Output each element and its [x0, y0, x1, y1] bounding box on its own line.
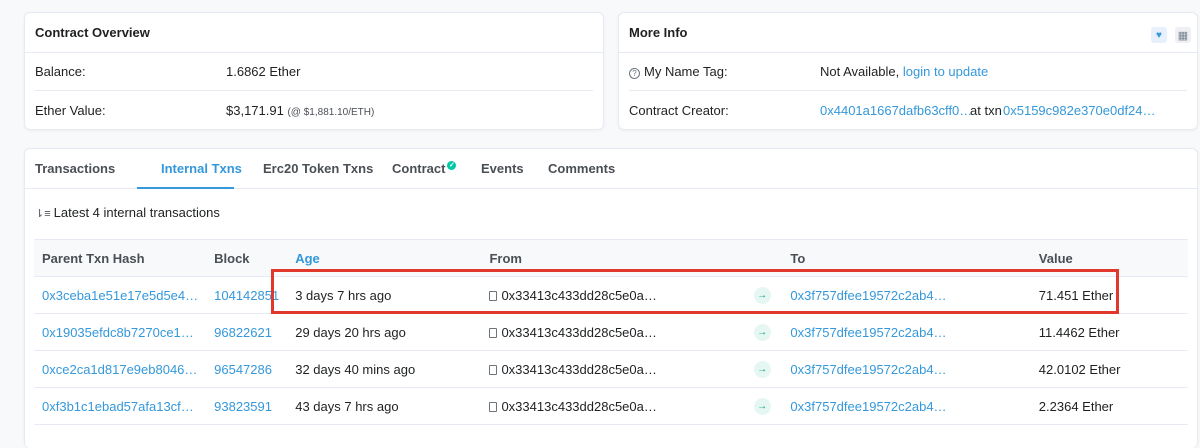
col-value: Value — [1030, 239, 1188, 277]
block-link[interactable]: 96547286 — [206, 350, 288, 388]
tab-bar: Transactions Internal Txns Erc20 Token T… — [25, 149, 1197, 189]
tab-events[interactable]: Events — [481, 161, 524, 176]
arrow-right-icon: → — [753, 324, 771, 341]
parent-txn-hash-link[interactable]: 0xf3b1c1ebad57afa13cf… — [34, 387, 207, 425]
value-cell: 71.451 Ether — [1030, 276, 1188, 314]
contract-doc-icon — [489, 290, 498, 301]
direction-cell: → — [745, 313, 783, 351]
table-row: 0x3ceba1e51e17e5d5e4… 104142851 3 days 7 h… — [34, 276, 1188, 314]
active-tab-indicator — [137, 187, 234, 189]
to-address-link[interactable]: 0x3f757dfee19572c2ab4… — [782, 276, 1031, 314]
name-tag-label: My Name Tag: — [644, 64, 728, 79]
block-link[interactable]: 96822621 — [206, 313, 288, 351]
creator-label: Contract Creator: — [629, 102, 729, 118]
from-address[interactable]: 0x33413c433dd28c5e0a… — [501, 325, 656, 340]
table-row: 0xf3b1c1ebad57afa13cf… 93823591 43 days 7 … — [34, 387, 1188, 425]
parent-txn-hash-link[interactable]: 0x19035efdc8b7270ce1… — [34, 313, 207, 351]
from-address[interactable]: 0x33413c433dd28c5e0a… — [501, 288, 656, 303]
to-address-link[interactable]: 0x3f757dfee19572c2ab4… — [782, 387, 1031, 425]
arrow-right-icon: → — [753, 361, 771, 378]
question-icon: ? — [629, 68, 640, 79]
at-txn-label: at txn — [970, 102, 1002, 118]
verified-check-icon: ✓ — [447, 161, 457, 170]
more-info-title: More Info — [619, 13, 1197, 53]
col-age[interactable]: Age — [287, 239, 482, 277]
to-address-link[interactable]: 0x3f757dfee19572c2ab4… — [782, 350, 1031, 388]
block-link[interactable]: 93823591 — [206, 387, 288, 425]
balance-label: Balance: — [35, 64, 86, 79]
contract-doc-icon — [489, 364, 498, 375]
contract-overview-title: Contract Overview — [25, 13, 603, 53]
internal-txns-table: Parent Txn Hash Block Age From To Value … — [34, 239, 1188, 425]
ether-value-label: Ether Value: — [35, 102, 106, 118]
balance-value: 1.6862 Ether — [226, 64, 301, 79]
from-address[interactable]: 0x33413c433dd28c5e0a… — [501, 399, 656, 414]
from-cell: 0x33413c433dd28c5e0a… — [481, 350, 746, 388]
value-cell: 42.0102 Ether — [1030, 350, 1188, 388]
col-from: From — [481, 239, 746, 277]
name-tag-label-wrap: ? My Name Tag: — [629, 64, 728, 79]
age-cell: 29 days 20 hrs ago — [287, 313, 482, 351]
contract-overview-card: Contract Overview Balance: 1.6862 Ether … — [24, 12, 604, 130]
tab-comments[interactable]: Comments — [548, 161, 615, 176]
value-cell: 11.4462 Ether — [1030, 313, 1188, 351]
from-cell: 0x33413c433dd28c5e0a… — [481, 276, 746, 314]
table-header-row: Parent Txn Hash Block Age From To Value — [34, 239, 1188, 277]
tab-contract[interactable]: Contract ✓ — [392, 161, 457, 176]
parent-txn-hash-link[interactable]: 0xce2ca1d817e9eb8046… — [34, 350, 207, 388]
heart-icon[interactable]: ♥ — [1151, 27, 1167, 43]
col-block: Block — [206, 239, 288, 277]
tab-transactions[interactable]: Transactions — [35, 161, 115, 176]
col-direction — [745, 239, 783, 277]
ether-value-row: Ether Value: $3,171.91 (@ $1,881.10/ETH) — [35, 91, 593, 129]
age-cell: 3 days 7 hrs ago — [287, 276, 482, 314]
tab-internal-txns[interactable]: Internal Txns — [161, 161, 242, 176]
creator-row: Contract Creator: 0x4401a1667dafb63cff0…… — [629, 91, 1187, 129]
ether-price: (@ $1,881.10/ETH) — [287, 106, 375, 118]
arrow-right-icon: → — [753, 398, 771, 415]
table-row: 0x19035efdc8b7270ce1… 96822621 29 days 20 … — [34, 313, 1188, 351]
ether-value-amount: $3,171.91 — [226, 102, 284, 118]
direction-cell: → — [745, 387, 783, 425]
summary-text: Latest 4 internal transactions — [53, 205, 220, 220]
parent-txn-hash-link[interactable]: 0x3ceba1e51e17e5d5e4… — [34, 276, 207, 314]
more-info-card: More Info ♥ ▦ ? My Name Tag: Not Availabl… — [618, 12, 1198, 130]
login-to-update-link[interactable]: login to update — [903, 64, 988, 79]
direction-cell: → — [745, 350, 783, 388]
block-link[interactable]: 104142851 — [206, 276, 288, 314]
table-row: 0xce2ca1d817e9eb8046… 96547286 32 days 40 … — [34, 350, 1188, 388]
direction-cell: → — [745, 276, 783, 314]
age-cell: 32 days 40 mins ago — [287, 350, 482, 388]
balance-row: Balance: 1.6862 Ether — [35, 53, 593, 91]
grid-menu-icon[interactable]: ▦ — [1175, 27, 1191, 43]
value-cell: 2.2364 Ether — [1030, 387, 1188, 425]
name-tag-value: Not Available, — [820, 64, 900, 79]
contract-doc-icon — [489, 401, 498, 412]
name-tag-value-wrap: Not Available, login to update — [820, 64, 988, 79]
to-address-link[interactable]: 0x3f757dfee19572c2ab4… — [782, 313, 1031, 351]
col-parent-txn-hash: Parent Txn Hash — [34, 239, 207, 277]
age-cell: 43 days 7 hrs ago — [287, 387, 482, 425]
from-address[interactable]: 0x33413c433dd28c5e0a… — [501, 362, 656, 377]
ether-value: $3,171.91 (@ $1,881.10/ETH) — [226, 103, 374, 118]
creator-address-link[interactable]: 0x4401a1667dafb63cff0… — [820, 103, 972, 118]
from-cell: 0x33413c433dd28c5e0a… — [481, 313, 746, 351]
tab-contract-label: Contract — [392, 161, 446, 176]
from-cell: 0x33413c433dd28c5e0a… — [481, 387, 746, 425]
contract-doc-icon — [489, 327, 498, 338]
summary-line: ⇂≡ Latest 4 internal transactions — [35, 205, 220, 220]
arrow-right-icon: → — [753, 287, 771, 304]
name-tag-row: ? My Name Tag: Not Available, login to up… — [629, 53, 1187, 91]
tab-erc20-token-txns[interactable]: Erc20 Token Txns — [263, 161, 373, 176]
col-to: To — [782, 239, 1031, 277]
creator-txn-link[interactable]: 0x5159c982e370e0df24… — [1003, 103, 1156, 118]
sort-icon: ⇂≡ — [35, 208, 51, 220]
